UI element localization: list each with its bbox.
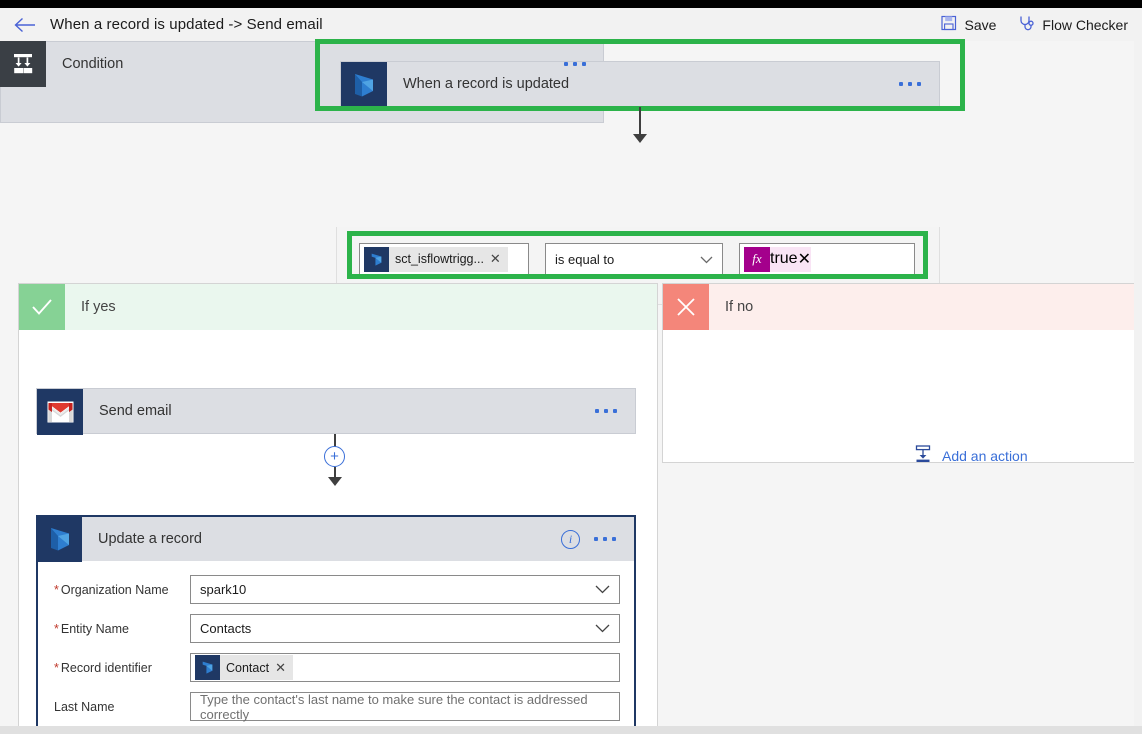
- gmail-icon: [37, 389, 83, 435]
- save-button[interactable]: Save: [941, 15, 996, 34]
- dynamics365-icon: [38, 516, 82, 562]
- fx-expression-icon: fx: [744, 246, 770, 272]
- close-x-icon: [663, 284, 709, 330]
- update-record-form: * Organization Name spark10 * Entity Nam…: [38, 561, 634, 734]
- record-identifier-label: * Record identifier: [54, 660, 152, 675]
- record-identifier-field[interactable]: Contact ✕: [190, 653, 620, 682]
- required-asterisk: *: [54, 660, 59, 675]
- checkmark-icon: [19, 284, 65, 330]
- branch-if-no: If no Add an action: [662, 283, 1142, 464]
- remove-token-icon[interactable]: ✕: [798, 249, 811, 269]
- condition-right-operand-label: true: [770, 250, 798, 267]
- plus-icon[interactable]: +: [324, 446, 345, 467]
- flow-designer-page: When a record is updated -> Send email S…: [0, 0, 1142, 734]
- action-card-send-email[interactable]: Send email: [36, 388, 636, 435]
- insert-action-icon: [913, 444, 933, 467]
- save-floppy-icon: [941, 15, 957, 34]
- back-arrow-icon[interactable]: [0, 8, 50, 41]
- expression-token[interactable]: fx true ✕: [744, 246, 811, 272]
- add-an-action-label: Add an action: [942, 447, 1028, 464]
- update-record-title: Update a record: [98, 531, 202, 547]
- organization-name-select[interactable]: spark10: [190, 575, 620, 604]
- trigger-ellipsis-icon[interactable]: [899, 62, 939, 106]
- record-identifier-value: Contact: [226, 660, 270, 675]
- last-name-input[interactable]: Type the contact's last name to make sur…: [190, 691, 620, 722]
- flow-checker-button[interactable]: Flow Checker: [1018, 15, 1128, 35]
- connector-arrowhead: [633, 134, 647, 143]
- dynamics365-icon: [195, 655, 220, 680]
- flow-checker-label: Flow Checker: [1042, 16, 1128, 33]
- condition-expression-row: sct_isflowtrigg... ✕ is equal to fx true…: [359, 243, 915, 275]
- form-row-record-identifier: * Record identifier Contact ✕: [38, 651, 634, 684]
- organization-name-label: * Organization Name: [54, 582, 169, 597]
- form-row-organization-name: * Organization Name spark10: [38, 573, 634, 606]
- add-an-action-button[interactable]: Add an action: [913, 444, 1028, 467]
- chevron-down-icon: [700, 252, 713, 267]
- connector-trigger-to-condition: [639, 107, 641, 135]
- required-asterisk: *: [54, 582, 59, 597]
- last-name-label: Last Name: [54, 699, 115, 714]
- connector-arrowhead: [328, 477, 342, 486]
- organization-name-value: spark10: [200, 582, 247, 597]
- form-row-last-name: Last Name Type the contact's last name t…: [38, 690, 634, 723]
- command-bar-actions: Save Flow Checker: [941, 15, 1142, 35]
- chevron-down-icon: [595, 582, 610, 597]
- branch-if-no-header: If no: [663, 284, 1142, 330]
- condition-right-operand-field[interactable]: fx true ✕: [739, 243, 915, 275]
- form-row-entity-name: * Entity Name Contacts: [38, 612, 634, 645]
- update-record-header: Update a record i: [38, 516, 634, 562]
- vertical-scrollbar[interactable]: [1134, 41, 1142, 734]
- condition-card[interactable]: Condition: [0, 41, 604, 123]
- condition-left-operand-label: sct_isflowtrigg...: [395, 252, 484, 266]
- dynamic-content-token[interactable]: sct_isflowtrigg... ✕: [364, 246, 508, 272]
- condition-branch-icon: [0, 41, 46, 87]
- dynamic-content-token[interactable]: Contact ✕: [195, 655, 293, 680]
- condition-ellipsis-icon[interactable]: [564, 41, 604, 87]
- action-card-update-a-record[interactable]: Update a record i * Organization Name sp…: [36, 515, 636, 734]
- horizontal-scrollbar[interactable]: [0, 726, 1142, 734]
- info-icon[interactable]: i: [561, 529, 580, 549]
- dynamics365-icon: [364, 246, 389, 272]
- remove-token-icon[interactable]: ✕: [490, 251, 508, 267]
- last-name-placeholder: Type the contact's last name to make sur…: [200, 691, 588, 722]
- condition-card-title: Condition: [62, 56, 124, 72]
- stethoscope-icon: [1018, 15, 1035, 35]
- remove-token-icon[interactable]: ✕: [275, 660, 293, 676]
- top-black-strip: [0, 0, 1142, 8]
- update-record-ellipsis-icon[interactable]: [580, 537, 634, 541]
- required-asterisk: *: [54, 621, 59, 636]
- condition-operator-value: is equal to: [555, 251, 615, 267]
- branch-if-no-label: If no: [725, 299, 754, 315]
- send-email-title: Send email: [99, 403, 172, 419]
- branch-if-yes-label: If yes: [81, 299, 116, 315]
- command-bar: When a record is updated -> Send email S…: [0, 8, 1142, 41]
- save-label: Save: [964, 16, 997, 33]
- condition-operator-select[interactable]: is equal to: [545, 243, 723, 275]
- entity-name-select[interactable]: Contacts: [190, 614, 620, 643]
- flow-canvas: When a record is updated Condition sct_i…: [0, 39, 1142, 734]
- entity-name-label: * Entity Name: [54, 621, 129, 636]
- entity-name-value: Contacts: [200, 621, 252, 636]
- chevron-down-icon: [595, 621, 610, 636]
- page-title: When a record is updated -> Send email: [50, 16, 323, 33]
- send-email-ellipsis-icon[interactable]: [595, 389, 635, 433]
- branch-if-yes-header: If yes: [19, 284, 657, 330]
- condition-left-operand-field[interactable]: sct_isflowtrigg... ✕: [359, 243, 529, 275]
- condition-card-header: Condition: [0, 41, 604, 87]
